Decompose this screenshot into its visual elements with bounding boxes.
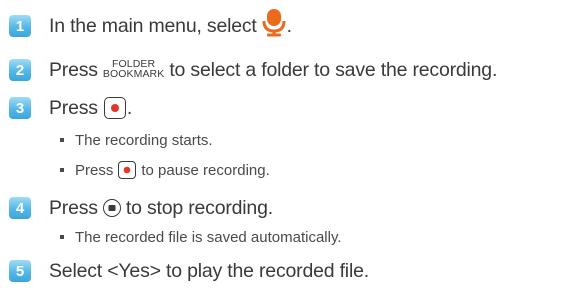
- step-text-end: .: [286, 14, 292, 37]
- voice-recorder-icon: [261, 8, 287, 38]
- step-text-rest: to select a folder to save the recording…: [169, 58, 498, 81]
- note-text: The recorded file is saved automatically…: [75, 228, 342, 246]
- step-number: 3: [9, 97, 31, 119]
- step-text-rest: to stop recording.: [125, 196, 273, 219]
- step-number: 5: [9, 260, 31, 282]
- note-text: The recording starts.: [75, 131, 213, 149]
- step-1: 1 In the main menu, select .: [0, 9, 292, 38]
- step-5: 5 Select <Yes> to play the recorded file…: [0, 259, 369, 283]
- bullet-icon: [60, 235, 64, 239]
- step-text: In the main menu, select: [49, 14, 257, 37]
- step-number: 2: [9, 59, 31, 81]
- step-3-note-1: The recording starts.: [60, 130, 213, 150]
- step-number: 1: [9, 15, 31, 37]
- key-label-bottom: BOOKMARK: [102, 68, 165, 80]
- step-text: Press: [49, 96, 98, 119]
- record-button-icon: [118, 161, 137, 179]
- step-text-end: .: [126, 96, 133, 119]
- step-3: 3 Press .: [0, 96, 132, 120]
- folder-bookmark-key: FOLDER BOOKMARK: [102, 59, 165, 80]
- step-4-note-1: The recorded file is saved automatically…: [60, 227, 342, 247]
- step-number: 4: [9, 197, 31, 219]
- note-text-rest: to pause recording.: [141, 161, 270, 179]
- step-text: Press: [49, 58, 98, 81]
- stop-button-icon: [102, 199, 121, 217]
- step-text: Press: [49, 196, 98, 219]
- step-4: 4 Press to stop recording.: [0, 196, 273, 220]
- record-button-icon: [103, 97, 126, 119]
- step-3-note-2: Press to pause recording.: [60, 160, 270, 180]
- note-text: Press: [75, 161, 114, 179]
- bullet-icon: [60, 168, 64, 172]
- step-text: Select <Yes> to play the recorded file.: [49, 259, 369, 282]
- bullet-icon: [60, 138, 64, 142]
- step-2: 2 Press FOLDER BOOKMARK to select a fold…: [0, 58, 497, 82]
